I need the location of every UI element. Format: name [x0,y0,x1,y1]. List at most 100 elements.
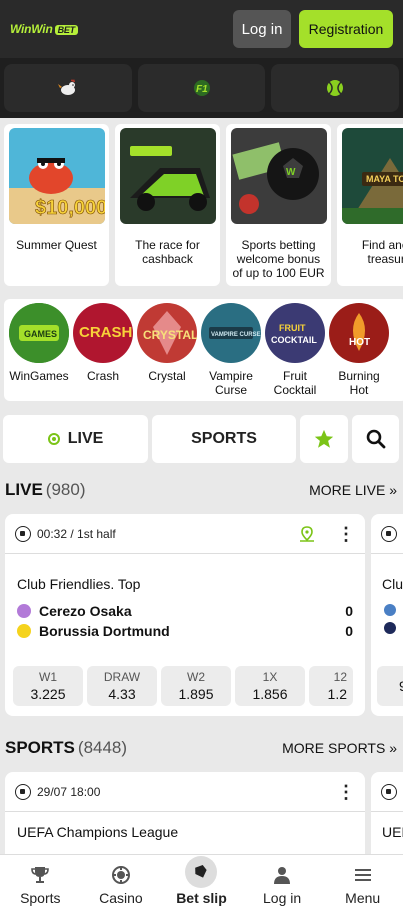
promo-title: The race for cashback [135,238,200,266]
svg-text:COCKTAIL: COCKTAIL [271,335,317,345]
odd-label: DRAW [103,670,141,684]
section-count: (8448) [77,738,128,757]
odd-button[interactable]: 12 1.2 [309,666,353,706]
match-time: 29/07 18:00 [37,784,101,799]
team-logo-icon [384,622,396,634]
tab-live[interactable]: LIVE [3,415,148,463]
svg-text:F1: F1 [196,84,208,95]
team-logo-icon [384,604,396,616]
promo-card[interactable]: MAYA TOMB Find ancie treasure [337,124,403,286]
fruit-cocktail-thumbnail: FRUIT COCKTAIL [265,303,325,363]
odd-button[interactable]: W1 3.225 [13,666,83,706]
match-time: 00:32 / 1st half [37,526,116,541]
logo[interactable]: WinWin BET [10,22,78,36]
top-header: WinWin BET Log in Registration [0,0,403,58]
nav-sports-label: Sports [20,890,61,906]
soccer-ball-icon [15,525,31,542]
promo-title: Find ancie treasure [361,238,403,266]
svg-text:MAYA TOMB: MAYA TOMB [366,174,403,184]
odd-button[interactable]: 1X 1.856 [235,666,305,706]
svg-text:$10,000: $10,000 [35,197,105,219]
promo-carousel: $10,000 Summer Quest The race for cashba… [0,120,403,290]
promo-card[interactable]: The race for cashback [115,124,220,286]
soccer-ball-icon [381,525,397,542]
live-match-card[interactable]: 00:32 / 1st half ⋮ Club Friendlies. Top … [5,514,365,716]
crash-thumbnail: CRASH [73,303,133,363]
registration-button[interactable]: Registration [299,10,393,48]
trophy-icon [31,867,50,883]
nav-casino-label: Casino [99,890,143,906]
money-soccer-ball-image: W [230,128,327,224]
nav-menu-label: Menu [345,890,381,906]
more-sports-link[interactable]: MORE SPORTS » [282,740,397,756]
game-item[interactable]: GAMES WinGames [8,303,70,397]
quick-tab-rooster[interactable] [4,64,132,112]
promo-title: Sports betting welcome bonus of up to 10… [232,238,325,280]
favorites-button[interactable] [300,415,348,463]
game-name: WinGames [9,369,69,383]
odd-value: 9 [399,678,403,694]
game-name: Fruit Cocktail [273,369,317,397]
game-item[interactable]: HOT Burning Hot [328,303,390,397]
map-pin-icon[interactable] [299,525,315,542]
game-item[interactable]: VAMPIRE CURSE Vampire Curse [200,303,262,397]
game-item[interactable]: CRYSTAL Crystal [136,303,198,397]
svg-text:FRUIT: FRUIT [279,323,306,333]
game-name: Crash [86,369,119,383]
league-name: Club Friendlies. Top [17,576,141,592]
vampire-curse-thumbnail: VAMPIRE CURSE [201,303,261,363]
hamburger-menu-icon [354,869,371,881]
odd-button[interactable]: 9 [377,666,403,706]
live-sports-tabs: LIVE SPORTS [3,415,403,463]
nav-login[interactable]: Log in [242,855,323,912]
double-chevron-right-icon: » [389,482,397,498]
quick-tab-tennis[interactable] [271,64,400,112]
quick-tab-f1[interactable]: F1 [137,64,266,112]
more-options-icon[interactable]: ⋮ [337,783,355,801]
odds-row: W1 3.225 DRAW 4.33 W2 1.895 1X 1.856 12 1.2 [5,666,361,706]
games-carousel: GAMES WinGames CRASH Crash CRYSTAL Cryst… [4,299,403,401]
soccer-ball-icon [381,783,397,800]
svg-text:HOT: HOT [349,337,370,348]
nav-casino[interactable]: Casino [81,855,162,912]
live-icon [47,433,60,445]
logo-text: WinWin [10,22,53,36]
star-icon [314,429,334,448]
game-item[interactable]: FRUIT COCKTAIL Fruit Cocktail [264,303,326,397]
game-name: Vampire Curse [209,369,253,397]
odd-value: 1.856 [252,686,288,702]
team-name: Cerezo Osaka [39,603,132,619]
section-title: LIVE [5,480,43,499]
nav-bet-slip[interactable]: Bet slip [161,855,242,912]
team-logo-icon [17,604,31,618]
tab-sports[interactable]: SPORTS [152,415,296,463]
tab-live-label: LIVE [67,430,104,447]
bottom-navigation: Sports Casino Bet slip Log in Menu [0,854,403,912]
search-button[interactable] [352,415,399,463]
promo-card[interactable]: $10,000 Summer Quest [4,124,109,286]
game-item[interactable]: CRASH Crash [72,303,134,397]
odd-value: 1.895 [178,686,214,702]
live-match-card-peek[interactable]: Clu 9 [371,514,403,716]
odd-button[interactable]: DRAW 4.33 [87,666,157,706]
nav-bet-slip-label: Bet slip [176,890,227,906]
logo-badge: BET [54,25,78,35]
odd-button[interactable]: W2 1.895 [161,666,231,706]
soccer-ball-icon [15,783,31,800]
double-chevron-right-icon: » [389,740,397,756]
maya-tomb-image: MAYA TOMB [341,128,403,224]
team-name: Borussia Dortmund [39,623,170,639]
team-logo-icon [17,624,31,638]
odd-label: 12 [333,670,347,684]
nav-menu[interactable]: Menu [322,855,403,912]
promo-card[interactable]: W Sports betting welcome bonus of up to … [226,124,331,286]
odd-label: W1 [39,670,57,684]
login-button[interactable]: Log in [233,10,291,48]
more-live-link[interactable]: MORE LIVE » [309,482,397,498]
sports-section-header: SPORTS (8448) MORE SPORTS » [5,738,397,758]
race-car-cashback-image [119,128,216,224]
nav-sports[interactable]: Sports [0,855,81,912]
odd-value: 4.33 [108,686,136,702]
odd-value: 1.2 [327,686,347,702]
more-options-icon[interactable]: ⋮ [337,525,355,543]
